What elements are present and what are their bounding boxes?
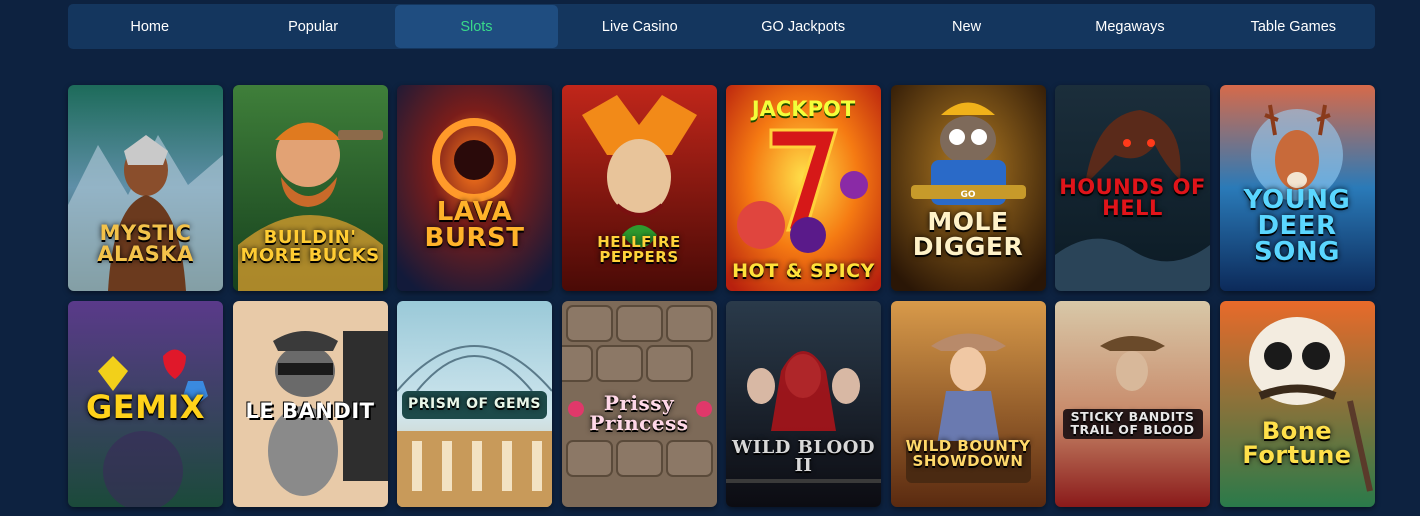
game-tile-mystic-alaska[interactable]: MYSTIC ALASKA	[68, 85, 223, 291]
game-title: YOUNG DEER SONG	[1243, 185, 1351, 267]
game-tile-wild-blood-2[interactable]: WILD BLOOD II	[726, 301, 881, 507]
game-tile-bone-fortune[interactable]: Bone Fortune	[1219, 301, 1375, 507]
lava-burst-artwork	[397, 85, 552, 291]
game-title: GEMIX	[85, 388, 206, 426]
tab-new[interactable]: New	[885, 5, 1048, 48]
game-title: PRISM OF GEMS	[407, 396, 542, 412]
go-badge: GO	[960, 190, 976, 200]
game-title: MYSTIC ALASKA	[97, 221, 194, 266]
game-tile-hot-and-spicy[interactable]: JACKPOT HOT & SPICY	[726, 85, 881, 291]
game-tile-gemix[interactable]: GEMIX	[68, 301, 223, 507]
game-tile-hellfire-peppers[interactable]: HELLFIRE PEPPERS	[561, 85, 717, 291]
game-tile-hounds-of-hell[interactable]: HOUNDS OF HELL	[1055, 85, 1210, 291]
game-title: LE BANDIT	[245, 399, 375, 423]
game-tile-mole-digger[interactable]: GO MOLE DIGGER	[890, 85, 1046, 291]
tab-live-casino[interactable]: Live Casino	[558, 5, 721, 48]
tab-slots[interactable]: Slots	[394, 5, 559, 48]
tab-popular[interactable]: Popular	[231, 5, 394, 48]
game-title: HOUNDS OF HELL	[1059, 175, 1206, 220]
game-tile-buildin-more-bucks[interactable]: BUILDIN' MORE BUCKS	[232, 85, 388, 291]
game-title: HELLFIRE PEPPERS	[597, 233, 681, 266]
game-title: MOLE DIGGER	[912, 207, 1024, 261]
game-tile-le-bandit[interactable]: LE BANDIT	[232, 301, 388, 507]
game-title: BUILDIN' MORE BUCKS	[240, 227, 380, 266]
wild-blood-2-artwork	[726, 301, 881, 507]
tab-go-jackpots[interactable]: GO Jackpots	[722, 5, 885, 48]
tab-megaways[interactable]: Megaways	[1048, 5, 1211, 48]
game-tile-lava-burst[interactable]: LAVA BURST	[397, 85, 552, 291]
game-tile-sticky-bandits-trail-of-blood[interactable]: STICKY BANDITS TRAIL OF BLOOD	[1055, 301, 1210, 507]
category-nav: Home Popular Slots Live Casino GO Jackpo…	[68, 4, 1375, 49]
game-title: WILD BLOOD II	[731, 437, 875, 476]
game-title: LAVA BURST	[424, 197, 525, 253]
game-tile-young-deer-song[interactable]: YOUNG DEER SONG	[1219, 85, 1375, 291]
game-title: Prissy Princess	[589, 391, 689, 435]
game-title: HOT & SPICY	[732, 260, 875, 282]
game-tile-prism-of-gems[interactable]: PRISM OF GEMS	[397, 301, 552, 507]
game-title: WILD BOUNTY SHOWDOWN	[905, 437, 1031, 470]
game-tile-wild-bounty-showdown[interactable]: WILD BOUNTY SHOWDOWN	[890, 301, 1046, 507]
tab-table-games[interactable]: Table Games	[1212, 5, 1375, 48]
jackpot-label: JACKPOT	[751, 97, 856, 121]
bone-fortune-artwork	[1219, 301, 1375, 507]
wild-bounty-showdown-artwork	[890, 301, 1046, 507]
sticky-bandits-artwork	[1055, 301, 1210, 507]
game-title: Bone Fortune	[1242, 417, 1352, 469]
game-grid: MYSTIC ALASKA BUILDIN' MORE BUCKS LAVA B…	[68, 85, 1375, 507]
tab-home[interactable]: Home	[68, 5, 231, 48]
game-tile-prissy-princess[interactable]: Prissy Princess	[561, 301, 717, 507]
game-title: STICKY BANDITS TRAIL OF BLOOD	[1070, 409, 1195, 437]
